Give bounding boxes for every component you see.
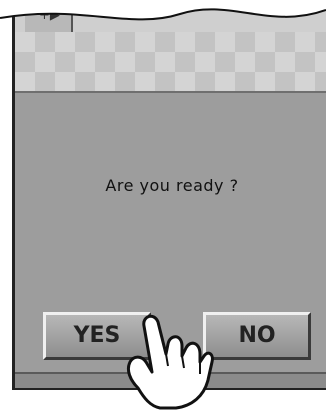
checker-background bbox=[15, 32, 326, 92]
device-bottom-edge bbox=[12, 388, 326, 390]
dialog-message: Are you ready ? bbox=[105, 176, 239, 195]
yes-button[interactable]: YES bbox=[43, 312, 151, 360]
no-button[interactable]: NO bbox=[203, 312, 311, 360]
bottom-strip bbox=[15, 372, 326, 388]
torn-edge-graphic bbox=[0, 0, 326, 21]
device-screen: +▶ Trans Are you ready ? YES NO bbox=[12, 0, 326, 388]
divider bbox=[15, 91, 326, 93]
